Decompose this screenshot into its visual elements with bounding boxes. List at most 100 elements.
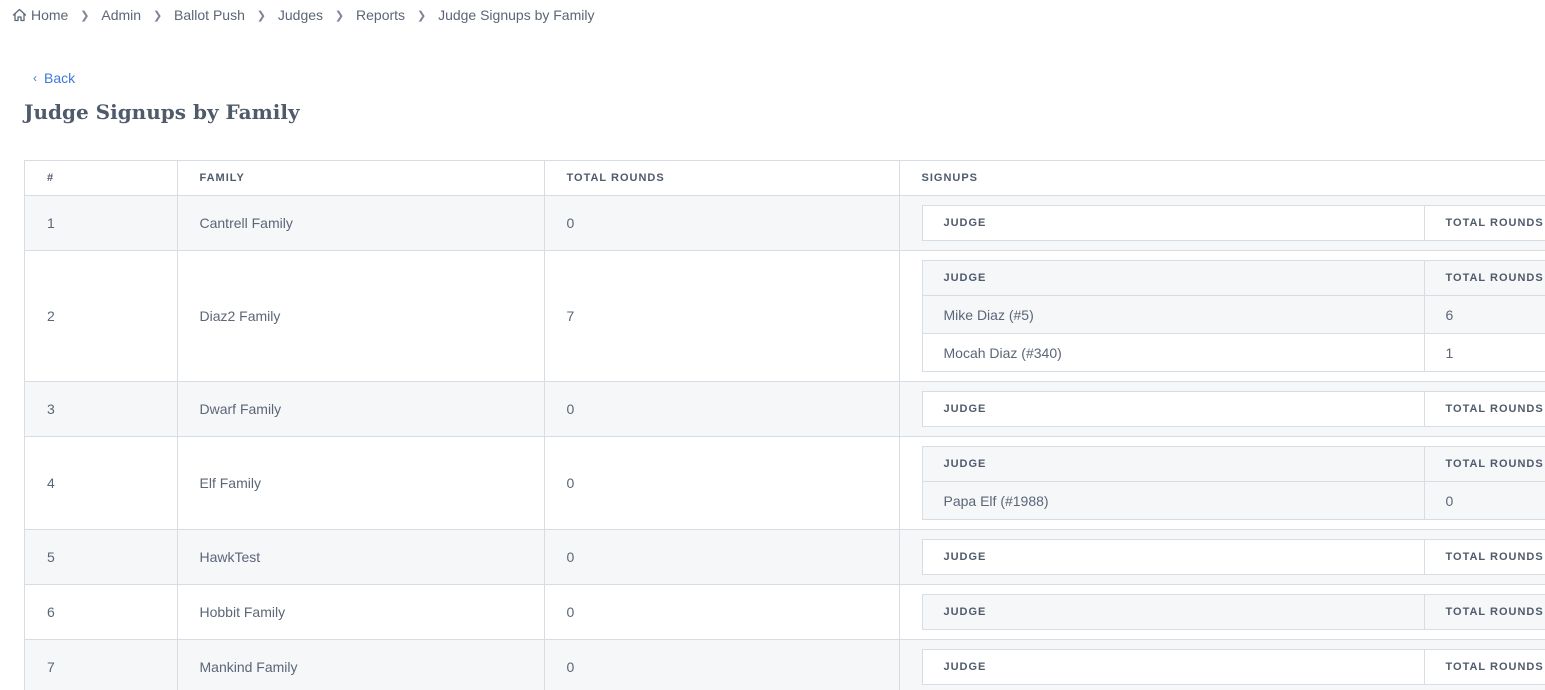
breadcrumb-label: Judge Signups by Family (438, 7, 594, 23)
signup-row: Mike Diaz (#5)6 (922, 296, 1545, 334)
signups-table: # FAMILY TOTAL ROUNDS SIGNUPS 1Cantrell … (25, 161, 1545, 690)
signups-cell: JUDGETOTAL ROUNDS (899, 585, 1545, 640)
signups-subtable: JUDGETOTAL ROUNDS (922, 391, 1545, 427)
breadcrumb: Home❯Admin❯Ballot Push❯Judges❯Reports❯Ju… (12, 6, 594, 24)
family-name: Elf Family (177, 437, 544, 530)
total-rounds-column-header[interactable]: TOTAL ROUNDS (1424, 540, 1545, 575)
total-rounds-column-header[interactable]: TOTAL ROUNDS (1424, 261, 1545, 296)
breadcrumb-item[interactable]: Judges (278, 7, 323, 23)
row-number: 3 (25, 382, 177, 437)
subtable-header-row: JUDGETOTAL ROUNDS (922, 595, 1545, 630)
total-rounds-column-header[interactable]: TOTAL ROUNDS (1424, 650, 1545, 685)
table-row: 4Elf Family0JUDGETOTAL ROUNDSPapa Elf (#… (25, 437, 1545, 530)
signups-cell: JUDGETOTAL ROUNDSPapa Elf (#1988)0 (899, 437, 1545, 530)
breadcrumb-label: Reports (356, 7, 405, 23)
back-label: Back (44, 70, 75, 86)
subtable-header-row: JUDGETOTAL ROUNDS (922, 650, 1545, 685)
signups-subtable: JUDGETOTAL ROUNDSPapa Elf (#1988)0 (922, 446, 1545, 520)
chevron-right-icon: ❯ (245, 9, 278, 22)
table-row: 2Diaz2 Family7JUDGETOTAL ROUNDSMike Diaz… (25, 251, 1545, 382)
signups-cell: JUDGETOTAL ROUNDS (899, 196, 1545, 251)
column-header-number[interactable]: # (25, 161, 177, 196)
column-header-signups[interactable]: SIGNUPS (899, 161, 1545, 196)
row-number: 4 (25, 437, 177, 530)
home-icon (12, 8, 27, 22)
judge-column-header[interactable]: JUDGE (922, 540, 1424, 575)
breadcrumb-item[interactable]: Ballot Push (174, 7, 245, 23)
subtable-header-row: JUDGETOTAL ROUNDS (922, 392, 1545, 427)
total-rounds-column-header[interactable]: TOTAL ROUNDS (1424, 392, 1545, 427)
family-name: Dwarf Family (177, 382, 544, 437)
table-row: 6Hobbit Family0 JUDGETOTAL ROUNDS (25, 585, 1545, 640)
family-name: Diaz2 Family (177, 251, 544, 382)
judge-column-header[interactable]: JUDGE (922, 595, 1424, 630)
total-rounds: 0 (544, 530, 899, 585)
judge-name: Mike Diaz (#5) (922, 296, 1424, 334)
row-number: 7 (25, 640, 177, 690)
row-number: 2 (25, 251, 177, 382)
chevron-right-icon: ❯ (405, 9, 438, 22)
row-number: 5 (25, 530, 177, 585)
column-header-family[interactable]: FAMILY (177, 161, 544, 196)
judge-name: Papa Elf (#1988) (922, 482, 1424, 520)
back-link[interactable]: ‹ Back (33, 70, 75, 86)
judge-rounds: 0 (1424, 482, 1545, 520)
signups-cell: JUDGETOTAL ROUNDS (899, 530, 1545, 585)
breadcrumb-label: Admin (101, 7, 141, 23)
breadcrumb-item[interactable]: Reports (356, 7, 405, 23)
signups-table-container: # FAMILY TOTAL ROUNDS SIGNUPS 1Cantrell … (24, 160, 1545, 690)
breadcrumb-item[interactable]: Admin (101, 7, 141, 23)
signups-subtable: JUDGETOTAL ROUNDSMike Diaz (#5)6Mocah Di… (922, 260, 1545, 372)
page-title: Judge Signups by Family (24, 100, 300, 124)
signups-subtable: JUDGETOTAL ROUNDS (922, 539, 1545, 575)
judge-column-header[interactable]: JUDGE (922, 447, 1424, 482)
total-rounds-column-header[interactable]: TOTAL ROUNDS (1424, 206, 1545, 241)
subtable-header-row: JUDGETOTAL ROUNDS (922, 261, 1545, 296)
total-rounds-column-header[interactable]: TOTAL ROUNDS (1424, 447, 1545, 482)
total-rounds-column-header[interactable]: TOTAL ROUNDS (1424, 595, 1545, 630)
table-body: 1Cantrell Family0JUDGETOTAL ROUNDS2Diaz2… (25, 196, 1545, 690)
signups-cell: JUDGETOTAL ROUNDS (899, 640, 1545, 690)
signups-subtable: JUDGETOTAL ROUNDS (922, 649, 1545, 685)
signups-subtable: JUDGETOTAL ROUNDS (922, 594, 1545, 630)
family-name: Hobbit Family (177, 585, 544, 640)
judge-name: Mocah Diaz (#340) (922, 334, 1424, 372)
family-name: HawkTest (177, 530, 544, 585)
column-header-total-rounds[interactable]: TOTAL ROUNDS (544, 161, 899, 196)
chevron-right-icon: ❯ (68, 9, 101, 22)
signups-subtable: JUDGETOTAL ROUNDS (922, 205, 1545, 241)
chevron-left-icon: ‹ (33, 71, 37, 85)
chevron-right-icon: ❯ (323, 9, 356, 22)
breadcrumb-label: Home (31, 7, 68, 23)
judge-column-header[interactable]: JUDGE (922, 206, 1424, 241)
total-rounds: 7 (544, 251, 899, 382)
row-number: 6 (25, 585, 177, 640)
table-header-row: # FAMILY TOTAL ROUNDS SIGNUPS (25, 161, 1545, 196)
total-rounds: 0 (544, 382, 899, 437)
signup-row: Mocah Diaz (#340)1 (922, 334, 1545, 372)
judge-rounds: 1 (1424, 334, 1545, 372)
table-row: 5HawkTest0 JUDGETOTAL ROUNDS (25, 530, 1545, 585)
subtable-header-row: JUDGETOTAL ROUNDS (922, 447, 1545, 482)
family-name: Cantrell Family (177, 196, 544, 251)
subtable-header-row: JUDGETOTAL ROUNDS (922, 206, 1545, 241)
judge-column-header[interactable]: JUDGE (922, 261, 1424, 296)
judge-rounds: 6 (1424, 296, 1545, 334)
judge-column-header[interactable]: JUDGE (922, 392, 1424, 427)
breadcrumb-item: Judge Signups by Family (438, 7, 594, 23)
table-row: 1Cantrell Family0 JUDGETOTAL ROUNDS (25, 196, 1545, 251)
total-rounds: 0 (544, 585, 899, 640)
breadcrumb-item[interactable]: Home (12, 7, 68, 23)
judge-column-header[interactable]: JUDGE (922, 650, 1424, 685)
row-number: 1 (25, 196, 177, 251)
total-rounds: 0 (544, 196, 899, 251)
chevron-right-icon: ❯ (141, 9, 174, 22)
signups-cell: JUDGETOTAL ROUNDS (899, 382, 1545, 437)
table-row: 3Dwarf Family0 JUDGETOTAL ROUNDS (25, 382, 1545, 437)
subtable-header-row: JUDGETOTAL ROUNDS (922, 540, 1545, 575)
signups-cell: JUDGETOTAL ROUNDSMike Diaz (#5)6Mocah Di… (899, 251, 1545, 382)
total-rounds: 0 (544, 437, 899, 530)
table-row: 7Mankind Family0JUDGETOTAL ROUNDS (25, 640, 1545, 690)
signup-row: Papa Elf (#1988)0 (922, 482, 1545, 520)
breadcrumb-label: Judges (278, 7, 323, 23)
